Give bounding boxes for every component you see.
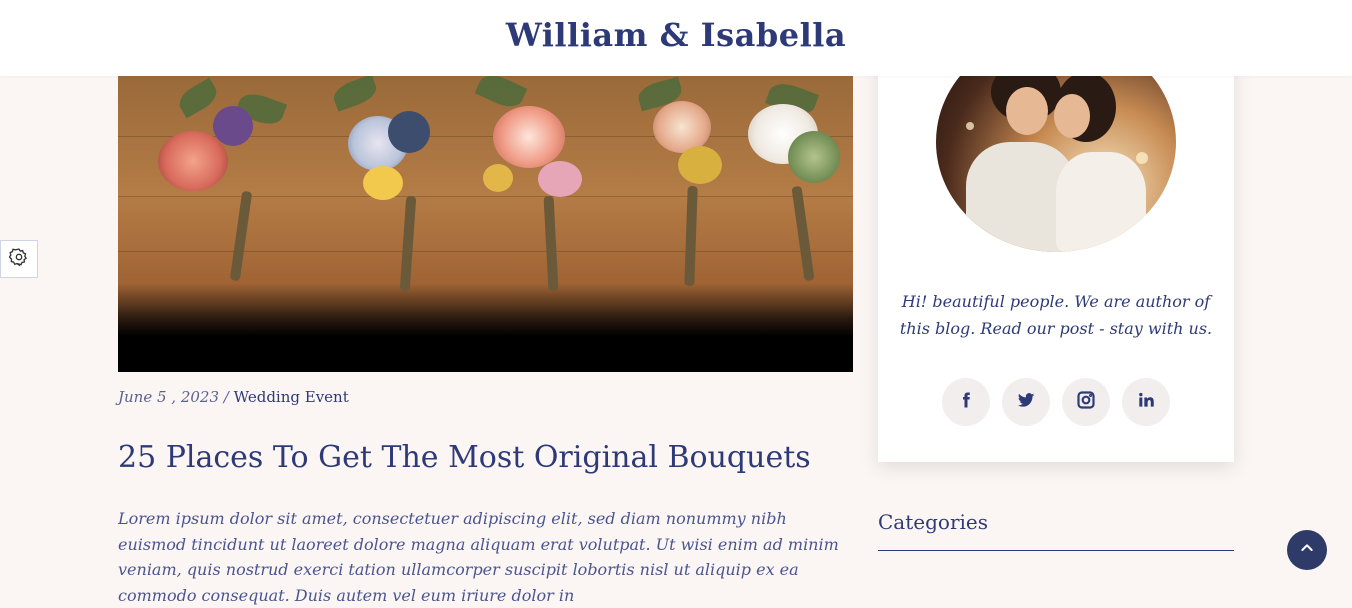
author-card: Hi! beautiful people. We are author of t… [878, 20, 1234, 462]
settings-button[interactable] [0, 240, 38, 278]
scroll-to-top-button[interactable] [1287, 530, 1327, 570]
post-hero-image[interactable] [118, 76, 853, 372]
linkedin-button[interactable] [1122, 378, 1170, 426]
social-links [942, 378, 1170, 426]
site-header: William & Isabella [0, 0, 1352, 76]
facebook-icon [957, 391, 975, 413]
author-bio: Hi! beautiful people. We are author of t… [899, 292, 1213, 338]
post-excerpt: Lorem ipsum dolor sit amet, consectetuer… [118, 509, 839, 605]
meta-separator: / [223, 388, 229, 406]
instagram-icon [1076, 390, 1096, 414]
twitter-icon [1016, 390, 1036, 414]
categories-heading: Categories [878, 510, 988, 534]
site-logo[interactable]: William & Isabella [506, 16, 846, 54]
facebook-button[interactable] [942, 378, 990, 426]
post-category-link[interactable]: Wedding Event [234, 388, 349, 406]
instagram-button[interactable] [1062, 378, 1110, 426]
linkedin-icon [1136, 390, 1156, 414]
post-title[interactable]: 25 Places To Get The Most Original Bouqu… [118, 440, 811, 475]
categories-divider [878, 550, 1234, 551]
chevron-up-icon [1299, 540, 1315, 560]
post-meta: June 5 , 2023 / Wedding Event [118, 388, 349, 406]
post-date: June 5 , 2023 [118, 388, 220, 406]
twitter-button[interactable] [1002, 378, 1050, 426]
gear-icon [8, 247, 29, 271]
